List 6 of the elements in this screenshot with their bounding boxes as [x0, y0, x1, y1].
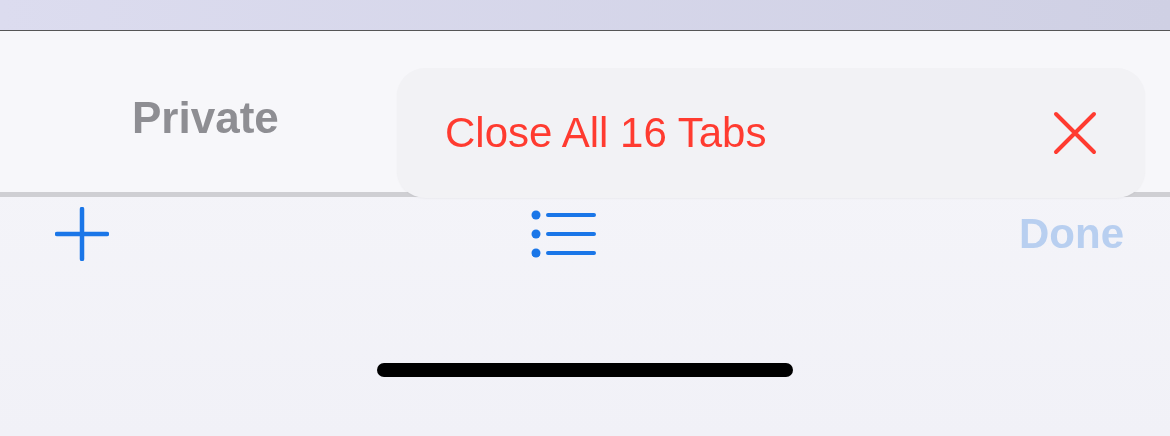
menu-item[interactable]: Close All 16 Tabs	[445, 99, 1097, 167]
menu-item-label: Close All 16 Tabs	[445, 109, 767, 157]
close-icon	[1053, 111, 1097, 155]
plus-icon[interactable]	[55, 207, 109, 261]
private-tab[interactable]: Private	[120, 89, 291, 147]
list-icon[interactable]	[531, 210, 597, 258]
